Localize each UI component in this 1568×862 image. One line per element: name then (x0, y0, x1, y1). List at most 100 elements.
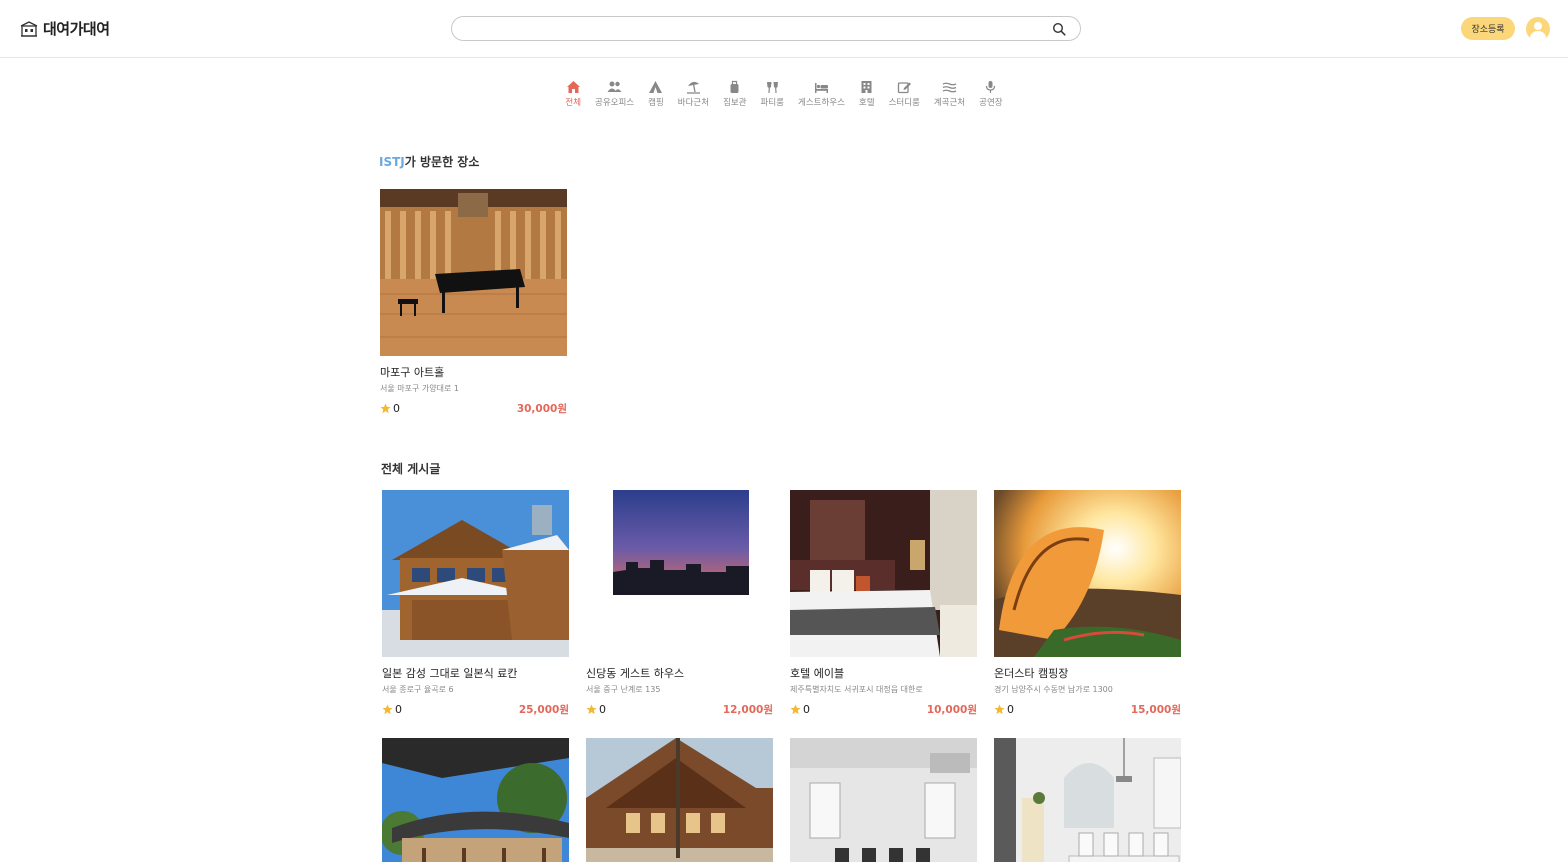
place-price: 15,000원 (1130, 704, 1181, 716)
beach-umbrella-icon (686, 81, 700, 94)
category-beach[interactable]: 바다근처 (671, 80, 716, 108)
header: 대여가대여 장소등록 (0, 0, 1568, 58)
search-bar (451, 16, 1081, 41)
place-footer: 0 15,000원 (994, 702, 1181, 717)
place-footer: 0 10,000원 (790, 702, 977, 717)
glasses-icon (766, 82, 778, 94)
category-label: 계곡근처 (933, 98, 966, 108)
place-thumbnail-hanok[interactable] (382, 738, 569, 862)
pencil-square-icon (897, 82, 911, 94)
place-rating: 0 (382, 703, 402, 716)
category-label: 짐보관 (723, 98, 747, 108)
place-address: 제주특별자치도 서귀포시 대정읍 대한로 (790, 685, 923, 694)
avatar-head (1534, 22, 1542, 30)
place-price: 25,000원 (518, 704, 569, 716)
rating-value: 0 (599, 703, 606, 716)
category-label: 호텔 (858, 98, 875, 108)
star-icon (790, 704, 801, 715)
place-card[interactable] (790, 738, 977, 862)
place-title[interactable]: 온더스타 캠핑장 (994, 665, 1181, 681)
luggage-icon (730, 80, 739, 93)
tent-icon (649, 81, 663, 93)
place-footer: 0 30,000원 (380, 401, 567, 416)
search-input[interactable] (464, 20, 1044, 38)
rating-value: 0 (803, 703, 810, 716)
place-card[interactable] (382, 738, 569, 862)
category-label: 캠핑 (648, 98, 664, 108)
place-address: 서울 종로구 율곡로 6 (382, 685, 454, 694)
category-concert-hall[interactable]: 공연장 (972, 80, 1009, 108)
place-title[interactable]: 호텔 에이블 (790, 665, 977, 681)
rating-value: 0 (395, 703, 402, 716)
place-footer: 0 12,000원 (586, 702, 773, 717)
place-thumbnail-meeting-room[interactable] (790, 738, 977, 862)
place-rating: 0 (586, 703, 606, 716)
category-storage[interactable]: 짐보관 (716, 80, 753, 108)
place-card[interactable] (586, 738, 773, 862)
category-hotel[interactable]: 호텔 (852, 80, 882, 108)
star-icon (382, 704, 393, 715)
star-icon (380, 403, 391, 414)
place-thumbnail-concert-hall[interactable] (380, 189, 567, 356)
category-nav: 전체 공유오피스 캠핑 바다근처 짐보관 파티룸 게스트하우스 호텔 스터디룸 … (0, 80, 1568, 108)
place-card[interactable]: 신당동 게스트 하우스 서울 중구 난계로 135 0 12,000원 (586, 490, 773, 717)
avatar-body (1530, 31, 1546, 41)
visited-section-title: ISTJ가 방문한 장소 (379, 153, 479, 170)
category-guesthouse[interactable]: 게스트하우스 (791, 80, 852, 108)
hotel-icon (861, 81, 872, 93)
users-icon (607, 81, 622, 92)
place-thumbnail-camping-tent[interactable] (994, 490, 1181, 657)
place-rating: 0 (380, 402, 400, 415)
rating-value: 0 (393, 402, 400, 415)
place-address: 서울 중구 난계로 135 (586, 685, 661, 694)
place-thumbnail-resort-pool[interactable] (586, 738, 773, 862)
place-card[interactable]: 온더스타 캠핑장 경기 남양주시 수동면 납가로 1300 0 15,000원 (994, 490, 1181, 717)
category-all[interactable]: 전체 (558, 80, 588, 108)
place-thumbnail-ryokan[interactable] (382, 490, 569, 657)
place-title[interactable]: 마포구 아트홀 (380, 364, 567, 380)
category-shared-office[interactable]: 공유오피스 (588, 80, 641, 108)
category-valley[interactable]: 계곡근처 (927, 80, 972, 108)
place-address: 서울 마포구 가양대로 1 (380, 384, 459, 393)
place-title[interactable]: 신당동 게스트 하우스 (586, 665, 773, 681)
bed-icon (814, 83, 828, 93)
place-thumbnail-hotel-room[interactable] (790, 490, 977, 657)
all-posts-section-title: 전체 게시글 (381, 462, 441, 476)
register-place-button[interactable]: 장소등록 (1461, 17, 1515, 40)
place-footer: 0 25,000원 (382, 702, 569, 717)
category-label: 공유오피스 (595, 98, 635, 108)
visited-title-rest: 가 방문한 장소 (404, 155, 480, 169)
place-rating: 0 (994, 703, 1014, 716)
star-icon (994, 704, 1005, 715)
category-camping[interactable]: 캠핑 (641, 80, 671, 108)
rating-value: 0 (1007, 703, 1014, 716)
water-icon (942, 82, 957, 93)
category-label: 게스트하우스 (798, 98, 845, 108)
logo-text: 대여가대여 (43, 20, 110, 38)
place-thumbnail-dining-room[interactable] (994, 738, 1181, 862)
place-card[interactable] (994, 738, 1181, 862)
place-price: 12,000원 (722, 704, 773, 716)
category-study-room[interactable]: 스터디룸 (882, 80, 927, 108)
category-party-room[interactable]: 파티룸 (754, 80, 791, 108)
place-rating: 0 (790, 703, 810, 716)
place-thumbnail-guesthouse-sunset[interactable] (586, 490, 773, 657)
place-price: 30,000원 (516, 403, 567, 415)
place-price: 10,000원 (926, 704, 977, 716)
search-icon[interactable] (1052, 22, 1066, 36)
place-address: 경기 남양주시 수동면 납가로 1300 (994, 685, 1113, 694)
place-card[interactable]: 일본 감성 그대로 일본식 료칸 서울 종로구 율곡로 6 0 25,000원 (382, 490, 569, 717)
category-label: 바다근처 (677, 98, 710, 108)
category-label: 스터디룸 (888, 98, 920, 108)
avatar[interactable] (1526, 17, 1550, 41)
mbti-highlight: ISTJ (379, 155, 405, 169)
place-card[interactable]: 마포구 아트홀 서울 마포구 가양대로 1 0 30,000원 (380, 189, 567, 416)
logo[interactable]: 대여가대여 (20, 18, 110, 39)
microphone-icon (986, 81, 996, 93)
building-logo-icon (20, 20, 38, 37)
place-title[interactable]: 일본 감성 그대로 일본식 료칸 (382, 665, 569, 681)
category-label: 공연장 (979, 98, 1003, 108)
category-label: 전체 (565, 98, 582, 108)
place-card[interactable]: 호텔 에이블 제주특별자치도 서귀포시 대정읍 대한로 0 10,000원 (790, 490, 977, 717)
star-icon (586, 704, 597, 715)
